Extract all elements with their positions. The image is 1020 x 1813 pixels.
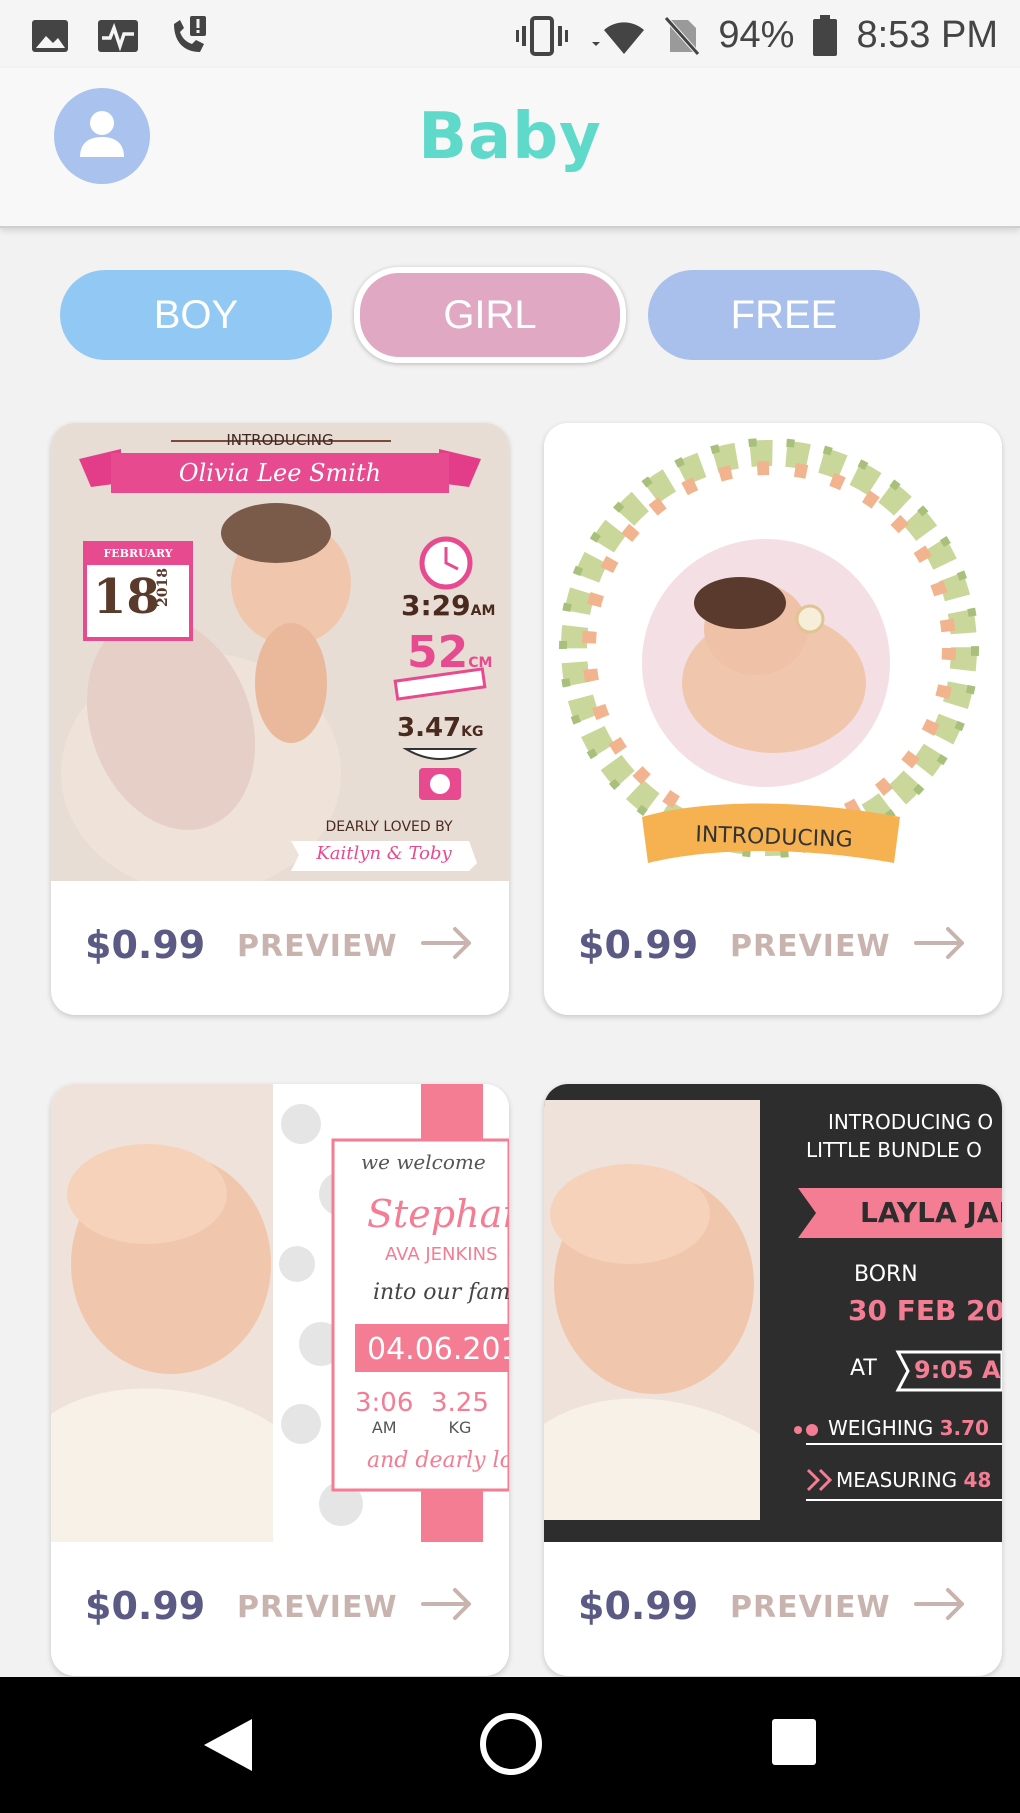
template-thumbnail[interactable]: INTRODUCING	[544, 423, 1002, 881]
battery-percent: 94%	[718, 14, 795, 56]
arrow-right-icon[interactable]	[914, 923, 966, 968]
back-icon[interactable]	[200, 1715, 256, 1780]
weighing-row: WEIGHING 3.70	[828, 1416, 989, 1440]
template-card[interactable]: INTRODUCING O LITTLE BUNDLE O LAYLA JAN …	[544, 1084, 1002, 1676]
filter-girl-button[interactable]: GIRL	[354, 267, 626, 363]
birth-year: 2018	[155, 568, 171, 607]
price: $0.99	[578, 923, 699, 967]
birth-weight: 3.47KG	[397, 713, 484, 743]
birth-date: 04.06.201	[367, 1332, 509, 1367]
template-thumbnail[interactable]: INTRODUCING O LITTLE BUNDLE O LAYLA JAN …	[544, 1084, 1002, 1542]
birth-length: 52CM	[407, 627, 493, 678]
preview-button[interactable]: PREVIEW	[237, 1590, 398, 1625]
baby-name: Stephan	[367, 1192, 509, 1236]
vibrate-icon	[516, 15, 569, 56]
template-card[interactable]: INTRODUCING Olivia Lee Smith FEBRUARY 18…	[51, 423, 509, 1015]
preview-button[interactable]: PREVIEW	[730, 929, 891, 964]
filter-boy-button[interactable]: BOY	[60, 270, 332, 360]
birth-weight: 3.25 KG	[431, 1388, 489, 1437]
template-card[interactable]: INTRODUCING $0.99 PREVIEW	[544, 423, 1002, 1015]
template-thumbnail[interactable]: INTRODUCING Olivia Lee Smith FEBRUARY 18…	[51, 423, 509, 881]
home-icon[interactable]	[478, 1711, 544, 1782]
loved-by-text: DEARLY LOVED BY	[325, 819, 453, 835]
price: $0.99	[578, 1584, 699, 1628]
baby-name: LAYLA JAN	[860, 1196, 1002, 1229]
filter-free-button[interactable]: FREE	[648, 270, 920, 360]
birth-day: 18	[93, 569, 160, 625]
welcome-text: we welcome	[361, 1150, 486, 1174]
baby-name: Olivia Lee Smith	[178, 459, 382, 487]
image-icon	[30, 16, 70, 56]
full-name: AVA JENKINS	[385, 1244, 498, 1265]
no-sim-icon	[664, 15, 701, 56]
wifi-icon	[586, 16, 646, 56]
price: $0.99	[85, 1584, 206, 1628]
birth-time: 3:29AM	[401, 589, 496, 622]
app-title: Baby	[418, 100, 602, 174]
intro-line-2: LITTLE BUNDLE O	[806, 1138, 982, 1162]
template-thumbnail[interactable]: we welcome Stephan AVA JENKINS into our …	[51, 1084, 509, 1542]
measuring-row: MEASURING 48	[836, 1468, 992, 1492]
category-filters: BOY GIRL FREE	[60, 267, 920, 364]
birth-date: 30 FEB 20	[848, 1294, 1002, 1327]
preview-button[interactable]: PREVIEW	[730, 1590, 891, 1625]
activity-icon	[96, 16, 140, 56]
call-alert-icon	[166, 14, 210, 58]
born-label: BORN	[854, 1262, 918, 1287]
system-nav-bar	[0, 1677, 1020, 1813]
intro-line-1: INTRODUCING O	[828, 1110, 994, 1134]
introducing-text: INTRODUCING	[226, 431, 334, 449]
clock: 8:53 PM	[856, 14, 998, 56]
at-label: AT	[850, 1356, 877, 1381]
price: $0.99	[85, 923, 206, 967]
birth-time: 3:06 AM	[355, 1388, 414, 1437]
status-bar: 94% 8:53 PM	[0, 0, 1020, 68]
into-text: into our fami	[373, 1280, 509, 1305]
battery-icon	[812, 14, 838, 57]
template-card[interactable]: we welcome Stephan AVA JENKINS into our …	[51, 1084, 509, 1676]
recents-icon[interactable]	[770, 1717, 818, 1772]
parents-text: Kaitlyn & Toby	[316, 843, 452, 864]
closing-text: and dearly lo	[367, 1448, 509, 1473]
arrow-right-icon[interactable]	[914, 1584, 966, 1629]
arrow-right-icon[interactable]	[421, 1584, 473, 1629]
birth-time: 9:05 AM	[914, 1356, 1002, 1384]
birth-month: FEBRUARY	[103, 547, 173, 560]
preview-button[interactable]: PREVIEW	[237, 929, 398, 964]
arrow-right-icon[interactable]	[421, 923, 473, 968]
app-bar: Baby	[0, 68, 1020, 228]
